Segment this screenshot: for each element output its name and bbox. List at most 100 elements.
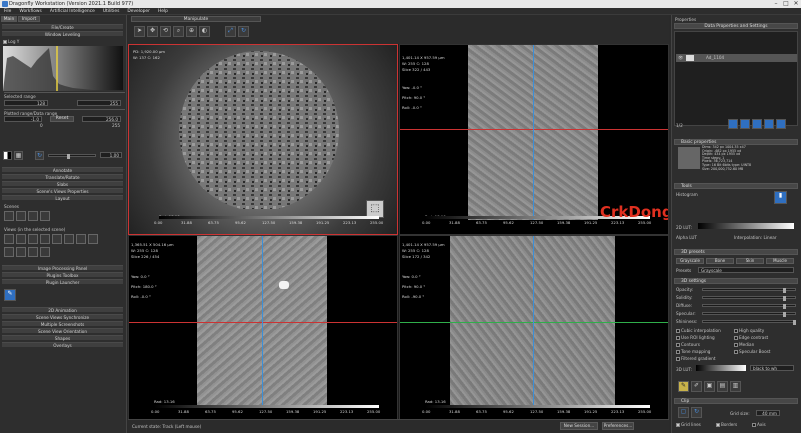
reset-button[interactable]: Reset [50,116,74,122]
refresh-icon[interactable]: ↻ [35,151,44,160]
zoom-region-icon[interactable]: ⊕ [186,26,197,37]
plugin-launcher-header[interactable]: Plugin Launcher [2,279,123,285]
slabs-header[interactable]: Slabs [2,181,123,187]
view-9-icon[interactable] [4,247,14,257]
fill-icon[interactable]: ▣ [704,381,715,392]
lut-gradient[interactable] [698,223,794,229]
view-11-icon[interactable] [28,247,38,257]
zoom-icon[interactable]: ⌕ [173,26,184,37]
3d-lut-select[interactable]: black to wh [750,365,794,371]
histogram-icon[interactable]: ▮ [774,191,787,204]
menu-workflows[interactable]: Workflows [15,8,45,15]
preset-grayscale[interactable]: Grayscale [676,258,704,264]
level-icon[interactable]: ◐ [199,26,210,37]
specular-slider[interactable] [702,312,796,317]
grid-icon[interactable]: ▦ [14,151,23,160]
opacity-slider[interactable] [48,154,96,159]
interpolation-select[interactable]: Interpolation: Linear [734,235,777,240]
properties-icon[interactable] [728,119,738,129]
translate-rotate-header[interactable]: Translate/Rotate [2,174,123,180]
file-create-header[interactable]: File/Create [2,24,123,30]
3d-settings-header[interactable]: 3D settings [674,278,798,284]
cubic-interp-check[interactable]: Cubic interpolation [676,328,721,333]
axis-check[interactable]: Axis [752,422,766,427]
preset-muscle[interactable]: Muscle [766,258,794,264]
view-2d-top-right[interactable]: 1,401.14 X 957.59 µm W: 255 C: 128 Slice… [399,44,669,235]
plugins-toolbox-header[interactable]: Plugins Toolbox [2,272,123,278]
close-button[interactable]: ✕ [791,0,801,8]
data-list-item[interactable]: 👁 Ad_1104 [676,54,797,62]
invert-icon[interactable] [3,151,12,160]
specular-boost-check[interactable]: Specular Boost [734,349,770,354]
edge-contrast-check[interactable]: Edge contrast [734,335,768,340]
borders-check[interactable]: Borders [716,422,737,427]
opacity-slider-3d[interactable] [702,288,796,293]
layout-header[interactable]: Layout [2,195,123,201]
clip-box-icon[interactable]: ▢ [678,407,689,418]
high-quality-check[interactable]: High quality [734,328,764,333]
view-2d-bottom-right[interactable]: 1,401.14 X 957.59 µm W: 255 C: 128 Slice… [399,235,669,424]
view-2d-bottom-left[interactable]: 1,365.51 X 504.16 µm W: 255 C: 128 Slice… [128,235,398,424]
multiple-screenshots-header[interactable]: Multiple Screenshots [2,321,123,327]
roi-lighting-check[interactable]: Use ROI lighting [676,335,715,340]
contours-check[interactable]: Contours [676,342,700,347]
pointer-icon[interactable]: ➤ [134,26,145,37]
visibility-eye-icon[interactable]: 👁 [678,55,683,61]
scene-views-sync-header[interactable]: Scene Views Synchronize [2,314,123,320]
opacity-input[interactable]: 1.00 [100,152,122,158]
copy-icon[interactable] [740,119,750,129]
layout-1-icon[interactable] [4,211,14,221]
tab-import[interactable]: Import [18,16,40,22]
fit-icon[interactable]: ⤢ [225,26,236,37]
view-1-icon[interactable] [4,234,14,244]
layout-4-icon[interactable] [40,211,50,221]
preferences-button[interactable]: Preferences... [602,422,634,430]
data-properties-header[interactable]: Data Properties and Settings [674,23,798,29]
view-6-icon[interactable] [64,234,74,244]
new-icon[interactable] [764,119,774,129]
layout-3-icon[interactable] [28,211,38,221]
image-processing-header[interactable]: Image Processing Panel [2,265,123,271]
pan-icon[interactable]: ✥ [147,26,158,37]
grid-size-input[interactable]: 40 mm [756,410,780,416]
filtered-gradient-check[interactable]: Filtered gradient [676,356,715,361]
presets-select[interactable]: Grayscale [698,267,794,273]
2d-animation-header[interactable]: 2D Animation [2,307,123,313]
histogram[interactable] [3,46,123,91]
new-session-button[interactable]: New Session... [560,422,598,430]
clip-header[interactable]: Clip [674,398,798,404]
delete-icon[interactable] [776,119,786,129]
view-4-icon[interactable] [40,234,50,244]
tone-mapping-check[interactable]: Tone mapping [676,349,710,354]
tools-header[interactable]: Tools [674,183,798,189]
log-y-checkbox[interactable]: Log Y [3,39,19,44]
view-3d[interactable]: PD: 1,920.00 µm W: 137 C: 162 ⬚ Rad: 13.… [128,44,398,235]
brush-icon[interactable]: ✎ [4,289,16,301]
preset-skin[interactable]: Skin [736,258,764,264]
view-7-icon[interactable] [76,234,86,244]
overlays-header[interactable]: Overlays [2,342,123,348]
brush-tool-icon[interactable]: ✎ [678,381,689,392]
scene-views-properties-header[interactable]: Scene's Views Properties [2,188,123,194]
view-10-icon[interactable] [16,247,26,257]
shininess-slider[interactable] [702,320,796,325]
shapes-header[interactable]: Shapes [2,335,123,341]
annotate-header[interactable]: Annotate [2,167,123,173]
solidity-slider[interactable] [702,296,796,301]
tab-main[interactable]: Main [1,16,17,22]
menu-utilities[interactable]: Utilities [99,8,124,15]
rotate-icon[interactable]: ⟲ [160,26,171,37]
range-high-input[interactable]: 255 [77,100,121,106]
scene-view-orientation-header[interactable]: Scene View Orientation [2,328,123,334]
eraser-icon[interactable]: ▤ [717,381,728,392]
view-3-icon[interactable] [28,234,38,244]
view-12-icon[interactable] [40,247,50,257]
diffuse-slider[interactable] [702,304,796,309]
options-icon[interactable]: ▥ [730,381,741,392]
export-icon[interactable] [752,119,762,129]
menu-help[interactable]: Help [154,8,172,15]
maximize-button[interactable]: □ [781,0,791,8]
pencil-icon[interactable]: ✐ [691,381,702,392]
median-check[interactable]: Median [734,342,754,347]
menu-ai[interactable]: Artificial Intelligence [46,8,99,15]
